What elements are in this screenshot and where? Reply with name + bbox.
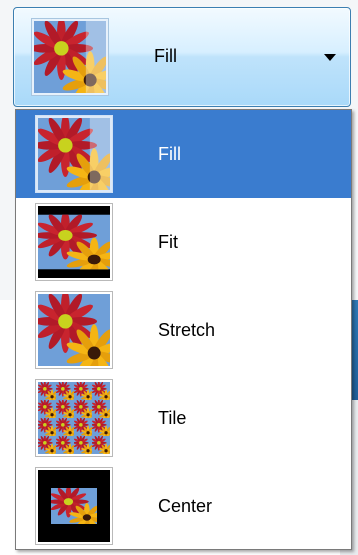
tile-preview-icon <box>38 382 110 454</box>
option-label: Stretch <box>158 320 216 340</box>
center-preview-icon <box>38 470 110 542</box>
fit-thumbnail <box>35 203 113 281</box>
selected-thumbnail <box>31 18 109 96</box>
fill-preview-icon <box>34 21 106 93</box>
combobox-selected-label: Fill <box>154 46 177 66</box>
stretch-thumbnail <box>35 291 113 369</box>
option-label: Tile <box>158 408 187 428</box>
option-label: Fill <box>158 144 181 164</box>
fit-preview-icon <box>38 206 110 278</box>
option-fill[interactable]: Fill <box>16 110 351 198</box>
picture-position-combobox[interactable]: Fill <box>13 7 351 107</box>
tile-thumbnail <box>35 379 113 457</box>
option-center[interactable]: Center <box>16 462 351 550</box>
option-label: Center <box>158 496 213 516</box>
picture-position-dropdown: Fill Fit Stretch Tile Center <box>15 109 352 550</box>
chevron-down-icon[interactable] <box>324 54 336 61</box>
option-label: Fit <box>158 232 178 252</box>
option-stretch[interactable]: Stretch <box>16 286 351 374</box>
center-thumbnail <box>35 467 113 545</box>
option-fit[interactable]: Fit <box>16 198 351 286</box>
stretch-preview-icon <box>38 294 110 366</box>
fill-thumbnail <box>35 115 113 193</box>
option-tile[interactable]: Tile <box>16 374 351 462</box>
fill-preview-icon <box>38 118 110 190</box>
